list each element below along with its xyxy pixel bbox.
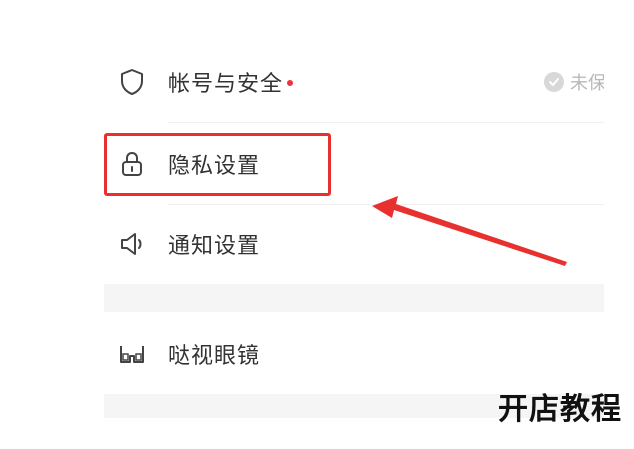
section-gap <box>104 284 604 312</box>
settings-item-privacy[interactable]: 隐私设置 <box>104 138 604 190</box>
settings-panel: 帐号与安全 未保 隐私设置 通知设置 哒视眼镜 <box>104 0 604 449</box>
settings-item-label: 哒视眼镜 <box>168 344 261 369</box>
status-badge: 未保 <box>544 69 604 95</box>
settings-item-label: 帐号与安全 <box>168 66 294 98</box>
settings-item-label: 通知设置 <box>168 234 261 259</box>
unread-dot <box>287 80 294 86</box>
settings-item-notifications[interactable]: 通知设置 <box>104 218 604 270</box>
divider <box>168 122 604 123</box>
screen: 帐号与安全 未保 隐私设置 通知设置 哒视眼镜 开店教程 <box>0 0 634 449</box>
settings-item-label: 隐私设置 <box>168 154 261 179</box>
shield-icon <box>118 68 146 96</box>
watermark-text: 开店教程 <box>498 392 622 427</box>
settings-item-account-security[interactable]: 帐号与安全 未保 <box>104 56 604 108</box>
speaker-icon <box>118 230 146 258</box>
glasses-icon <box>118 340 146 368</box>
divider <box>168 204 604 205</box>
lock-icon <box>118 150 146 178</box>
settings-item-glasses[interactable]: 哒视眼镜 <box>104 328 604 380</box>
check-circle-icon <box>544 72 564 92</box>
